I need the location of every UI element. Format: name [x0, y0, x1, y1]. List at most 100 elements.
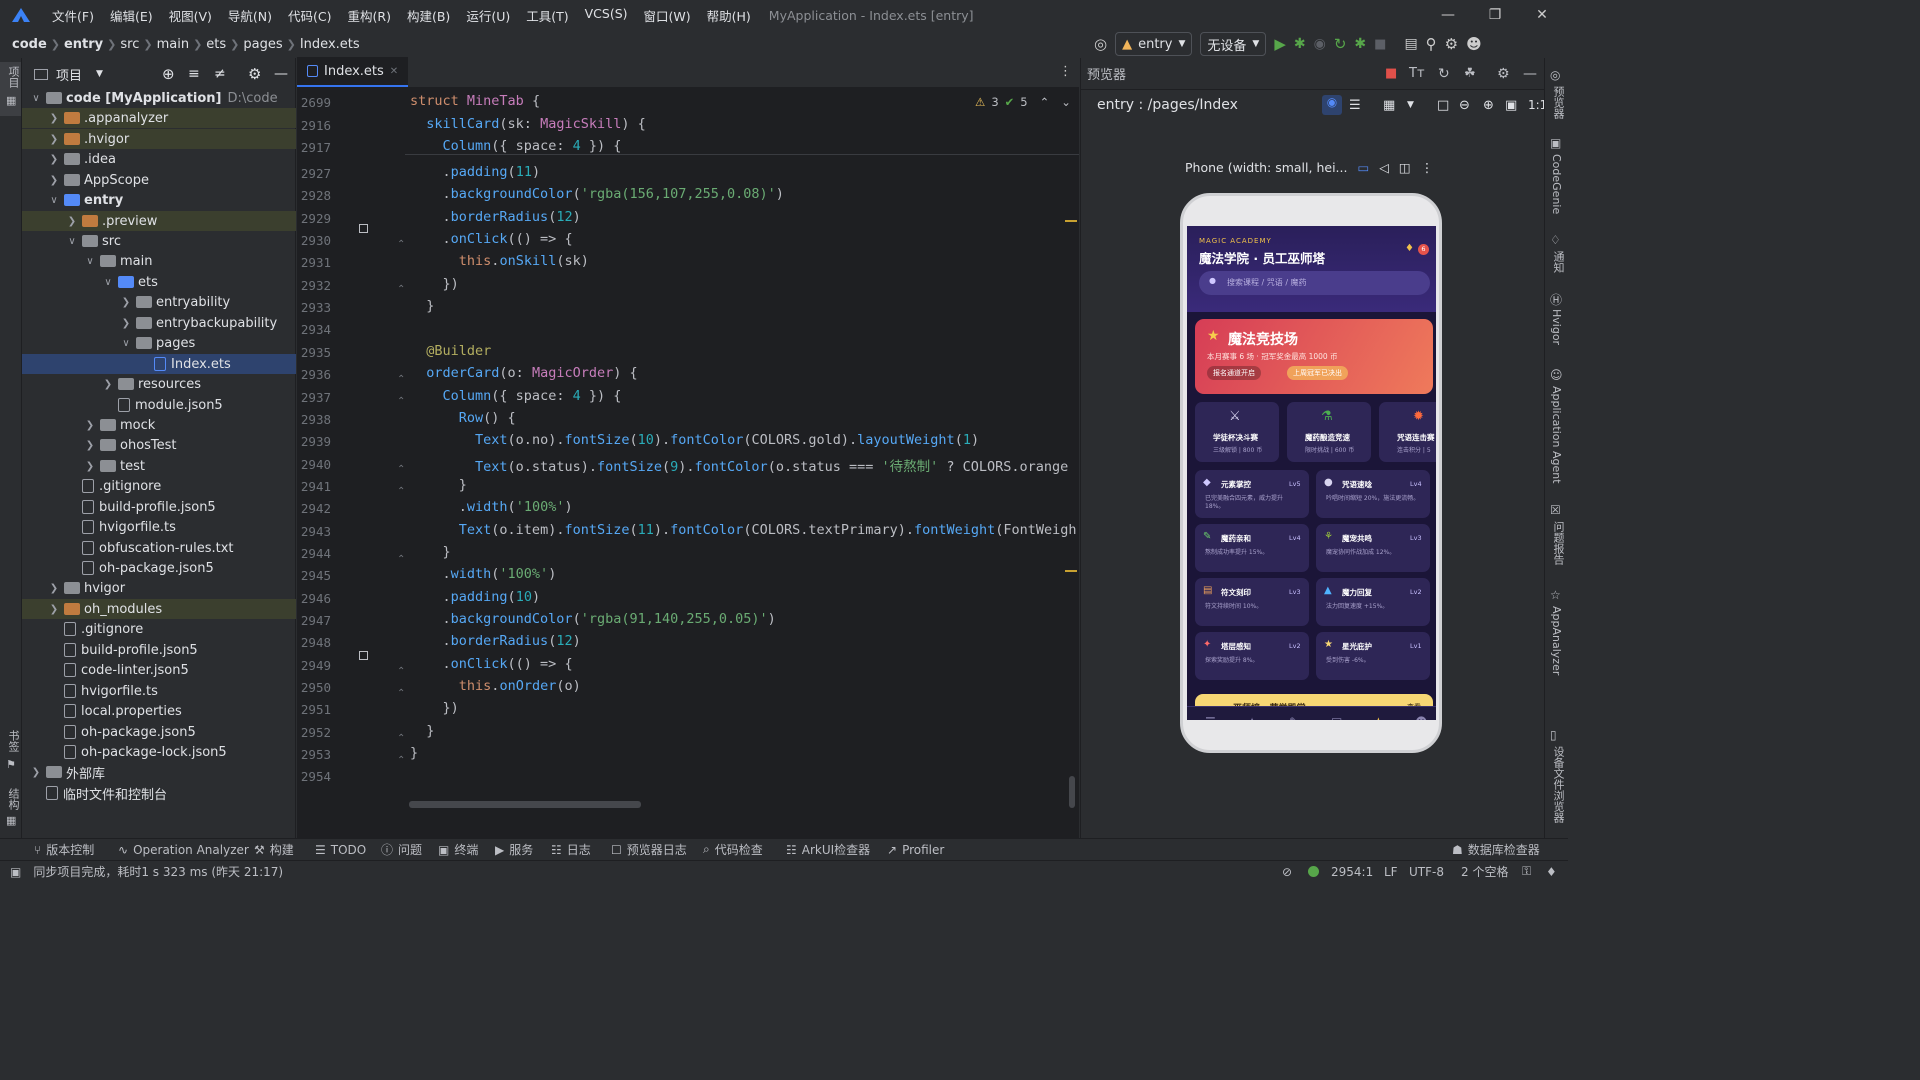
tree-row[interactable]: ❯ oh_modules [22, 599, 296, 619]
bottom-tool-9[interactable]: ⌕ 代码检查 [703, 841, 763, 858]
fold-marker-icon[interactable]: ⌃ [397, 755, 405, 766]
run-icon[interactable]: ▶ [1274, 33, 1286, 55]
menu-item[interactable]: 文件(F) [44, 6, 102, 25]
arena-banner[interactable]: ★ 魔法竞技场 本月赛事 6 场 · 冠军奖金最高 1000 币 报名通道开启 … [1195, 319, 1433, 394]
tree-row[interactable]: obfuscation-rules.txt [22, 538, 296, 558]
tree-row[interactable]: ∨ pages [22, 333, 296, 353]
bottom-tool-2[interactable]: ⚒ 构建 [254, 841, 294, 858]
bottom-tool-4[interactable]: ⓘ 问题 [381, 841, 422, 858]
caret-position[interactable]: 2954:1 [1331, 865, 1373, 879]
chevron-down-icon[interactable]: ∨ [30, 93, 42, 104]
code-line[interactable]: Column({ space: 4 }) { [410, 388, 622, 404]
fold-marker-icon[interactable]: ⌃ [397, 239, 405, 250]
zoom-out-icon[interactable]: ⊖ [1459, 98, 1470, 113]
fold-marker-icon[interactable]: ⌃ [397, 733, 405, 744]
code-line[interactable]: .borderRadius(12) [410, 209, 581, 225]
chevron-down-icon[interactable]: ∨ [84, 256, 96, 267]
arena-signup-button[interactable]: 报名通道开启 [1207, 366, 1261, 380]
bookmarks-tool-label[interactable]: 书签 [5, 730, 21, 752]
menu-item[interactable]: 帮助(H) [699, 6, 759, 25]
tree-row[interactable]: oh-package-lock.json5 [22, 742, 296, 762]
line-separator[interactable]: LF [1384, 865, 1398, 879]
right-tool-7[interactable]: 设备文件浏览器 [1550, 746, 1566, 823]
right-tool-icon[interactable]: ▯ [1550, 728, 1557, 742]
apply-changes-icon[interactable]: ✱ [1354, 33, 1366, 55]
right-tool-icon[interactable]: ☆ [1550, 588, 1561, 602]
chevron-right-icon[interactable]: ❯ [48, 113, 60, 124]
tree-row[interactable]: ❯ entryability [22, 292, 296, 312]
bottom-tool-10[interactable]: ☷ ArkUI检查器 [786, 841, 870, 858]
chevron-right-icon[interactable]: ❯ [120, 297, 132, 308]
lock-icon[interactable]: ⚿ [1522, 864, 1531, 879]
app-screen[interactable]: MAGIC ACADEMY 魔法学院 · 员工巫师塔 ♦ 6 ● 搜索课程 / … [1187, 226, 1436, 720]
prev-highlight-icon[interactable]: ⌃ [1040, 95, 1050, 109]
power-save-icon[interactable]: ⊘ [1282, 865, 1292, 879]
account-icon[interactable]: ☻ [1466, 33, 1482, 55]
menu-item[interactable]: 代码(C) [280, 6, 339, 25]
skill-card[interactable]: ✎ 魔药亲和 Lv4 熬制成功率提升 15%。 [1195, 524, 1309, 572]
right-tool-icon[interactable]: ☺ [1550, 368, 1563, 382]
bottom-tool-5[interactable]: ▣ 终端 [438, 841, 478, 858]
refresh-icon[interactable]: ↻ [1438, 66, 1450, 82]
wand-tab-icon[interactable]: ✎ [1289, 715, 1299, 720]
chevron-right-icon[interactable]: ❯ [48, 583, 60, 594]
code-line[interactable]: .width('100%') [410, 566, 557, 582]
zoom-in-icon[interactable]: ⊕ [1483, 98, 1494, 113]
code-line[interactable]: Text(o.no).fontSize(10).fontColor(COLORS… [410, 432, 979, 448]
close-button[interactable]: ✕ [1519, 0, 1565, 30]
bottom-tool-3[interactable]: ☰ TODO [315, 843, 366, 857]
code-line[interactable]: orderCard(o: MagicOrder) { [410, 365, 637, 381]
code-line[interactable]: Row() { [410, 410, 516, 426]
rerun-icon[interactable]: ↻ [1334, 33, 1347, 55]
right-tool-icon[interactable]: ◎ [1550, 68, 1560, 82]
next-highlight-icon[interactable]: ⌄ [1061, 95, 1071, 109]
chevron-right-icon[interactable]: ❯ [84, 420, 96, 431]
rotate-icon[interactable]: ◫ [1399, 160, 1411, 175]
event-card[interactable]: ⚗ 魔药酿造竞速 限时挑战 | 600 币 [1287, 402, 1371, 462]
chevron-down-icon[interactable]: ∨ [48, 195, 60, 206]
hide-panel-icon[interactable]: — [1523, 66, 1537, 82]
code-line[interactable]: .padding(10) [410, 589, 541, 605]
right-tool-5[interactable]: 问题报告 [1550, 521, 1566, 565]
code-line[interactable]: } [410, 477, 467, 493]
right-tool-icon[interactable]: ☒ [1550, 503, 1561, 517]
warning-stripe[interactable] [1065, 570, 1077, 572]
code-line[interactable]: Column({ space: 4 }) { [410, 138, 622, 154]
locate-file-icon[interactable]: ⊕ [162, 65, 175, 83]
back-icon[interactable]: ◁ [1379, 160, 1389, 175]
attach-debugger-icon[interactable]: ◉ [1314, 33, 1326, 55]
tree-row[interactable]: ❯ .idea [22, 149, 296, 169]
chevron-right-icon[interactable]: ❯ [48, 604, 60, 615]
collapse-all-icon[interactable]: ≠ [214, 66, 226, 82]
book-tab-icon[interactable]: ☰ [1205, 715, 1216, 720]
fold-marker-icon[interactable]: ⌃ [397, 486, 405, 497]
breadcrumb-item[interactable]: Index.ets [296, 37, 364, 52]
device-dropdown[interactable]: 无设备 ▼ [1200, 32, 1267, 56]
tree-row[interactable]: ∨ ets [22, 272, 296, 292]
original-size-icon[interactable]: ▣ [1505, 98, 1517, 113]
close-tab-icon[interactable]: ✕ [390, 66, 398, 77]
bottom-tool-11[interactable]: ↗ Profiler [887, 843, 944, 857]
right-tool-6[interactable]: AppAnalyzer [1550, 606, 1563, 675]
device-manager-icon[interactable]: ▤ [1404, 33, 1417, 55]
chevron-right-icon[interactable]: ❯ [102, 379, 114, 390]
tree-row[interactable]: Index.ets [22, 354, 296, 374]
code-line[interactable]: .borderRadius(12) [410, 633, 581, 649]
skill-card[interactable]: ★ 星光庇护 Lv1 受到伤害 -6%。 [1316, 632, 1430, 680]
tree-row[interactable]: code-linter.json5 [22, 660, 296, 680]
tree-row[interactable]: ❯ test [22, 456, 296, 476]
expand-all-icon[interactable]: ≡ [188, 66, 200, 82]
right-tool-icon[interactable]: ▣ [1550, 136, 1561, 150]
chevron-right-icon[interactable]: ❯ [66, 216, 78, 227]
code-line[interactable]: } [410, 544, 451, 560]
tree-row[interactable]: 临时文件和控制台 [22, 783, 296, 803]
panel-toggle-icon[interactable]: ▣ [10, 865, 21, 879]
menu-item[interactable]: 工具(T) [518, 6, 576, 25]
vertical-scrollbar[interactable] [1069, 776, 1075, 808]
right-tool-icon[interactable]: Ⓗ [1550, 291, 1562, 308]
tree-row[interactable]: ❯ AppScope [22, 170, 296, 190]
breadcrumb-item[interactable]: main [153, 37, 193, 52]
chevron-down-icon[interactable]: ∨ [102, 277, 114, 288]
code-line[interactable]: .backgroundColor('rgba(91,140,255,0.05)'… [410, 611, 776, 627]
code-line[interactable]: Text(o.item).fontSize(11).fontColor(COLO… [410, 522, 1077, 538]
